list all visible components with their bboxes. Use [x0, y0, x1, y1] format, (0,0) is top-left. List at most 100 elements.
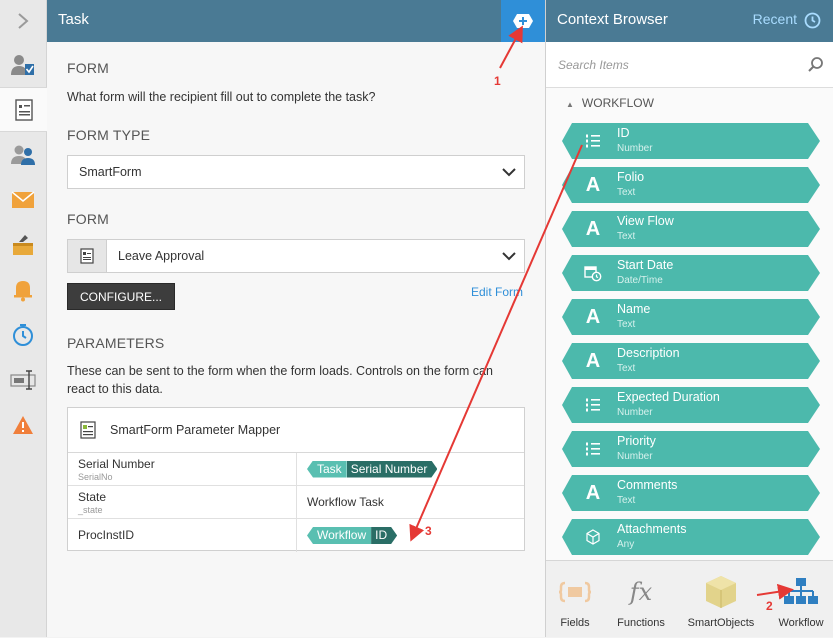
any-icon [582, 519, 604, 555]
footer-label: SmartObjects [687, 617, 755, 629]
item-name: Description [617, 346, 680, 360]
item-name: View Flow [617, 214, 674, 228]
number-icon [582, 387, 604, 423]
mapper-title: SmartForm Parameter Mapper [110, 423, 281, 437]
group-label: WORKFLOW [581, 96, 654, 110]
text-icon: A [585, 173, 601, 196]
footer-tab-functions[interactable]: fx Functions [605, 561, 677, 638]
item-type: Text [617, 363, 636, 374]
actions-icon[interactable] [0, 222, 46, 267]
workflow-group-header[interactable]: ▲ WORKFLOW [566, 96, 654, 110]
item-type: Number [617, 451, 653, 462]
item-name: ID [617, 126, 630, 140]
datetime-icon [582, 255, 604, 291]
number-icon [582, 431, 604, 467]
item-type: Date/Time [617, 275, 663, 286]
field-token[interactable]: Workflow ID [307, 527, 397, 544]
annotation-label-one: 1 [494, 74, 501, 88]
chevron-right-icon[interactable] [0, 0, 46, 42]
chevron-down-icon[interactable] [494, 251, 524, 261]
warning-icon[interactable] [0, 402, 46, 447]
param-value-drop[interactable]: Workflow Task [297, 486, 524, 518]
add-icon[interactable] [501, 0, 545, 42]
context-item-description[interactable]: A Description Text [562, 343, 820, 379]
edit-form-link[interactable]: Edit Form [471, 285, 523, 299]
param-name: ProcInstID [78, 528, 135, 542]
mapper-row: Serial Number SerialNo Task Serial Number [68, 453, 524, 486]
functions-icon: fx [629, 578, 653, 606]
notification-bell-icon[interactable] [0, 267, 46, 312]
context-item-attachments[interactable]: Attachments Any [562, 519, 820, 555]
token-source: Workflow [307, 527, 372, 544]
param-sub: SerialNo [78, 472, 113, 482]
footer-label: Workflow [778, 617, 824, 629]
form-question: What form will the recipient fill out to… [67, 90, 376, 104]
fields-icon [539, 575, 611, 609]
escalation-timer-icon[interactable] [0, 312, 46, 357]
item-type: Text [617, 495, 636, 506]
context-item-id[interactable]: ID Number [562, 123, 820, 159]
form-icon[interactable] [0, 87, 47, 132]
configure-button[interactable]: CONFIGURE... [67, 283, 175, 310]
context-item-comments[interactable]: A Comments Text [562, 475, 820, 511]
context-item-expected-duration[interactable]: Expected Duration Number [562, 387, 820, 423]
search-box[interactable]: Search Items [546, 42, 833, 88]
smartform-icon [80, 421, 96, 439]
collapse-triangle-icon[interactable]: ▲ [566, 100, 574, 109]
participants-icon[interactable] [0, 132, 46, 177]
param-value-text: Workflow Task [307, 495, 384, 509]
context-item-view-flow[interactable]: A View Flow Text [562, 211, 820, 247]
page-title: Task [58, 11, 89, 28]
context-item-folio[interactable]: A Folio Text [562, 167, 820, 203]
search-icon[interactable] [807, 56, 825, 79]
text-icon: A [585, 305, 601, 328]
context-browser-title: Context Browser [557, 11, 668, 28]
context-browser-header: Context Browser Recent [546, 0, 833, 42]
item-name: Attachments [617, 522, 687, 536]
mapper-row: ProcInstID Workflow ID [68, 519, 524, 552]
footer-tab-smartobjects[interactable]: SmartObjects [685, 561, 757, 638]
param-value-drop[interactable]: Workflow ID [297, 519, 524, 552]
context-browser: Context Browser Recent Search Items ▲ WOR… [545, 0, 833, 637]
item-name: Start Date [617, 258, 674, 272]
clock-icon[interactable] [804, 12, 821, 34]
param-value-drop[interactable]: Task Serial Number [297, 453, 524, 485]
annotation-label-two: 2 [766, 599, 773, 613]
text-icon: A [585, 349, 601, 372]
item-type: Text [617, 187, 636, 198]
item-name: Name [617, 302, 651, 316]
form-doc-icon [68, 240, 107, 272]
parameter-mapper: SmartForm Parameter Mapper Serial Number… [67, 407, 525, 552]
email-icon[interactable] [0, 177, 46, 222]
form-section-label: FORM [67, 60, 110, 76]
smartobjects-icon [685, 575, 757, 609]
form-value: Leave Approval [118, 249, 205, 263]
task-form-panel: FORM What form will the recipient fill o… [47, 42, 545, 637]
form-select[interactable]: Leave Approval [67, 239, 525, 273]
footer-tab-fields[interactable]: Fields [539, 561, 611, 638]
user-task-icon[interactable] [0, 42, 46, 87]
text-icon: A [585, 217, 601, 240]
form-type-label: FORM TYPE [67, 127, 151, 143]
token-field: ID [371, 527, 397, 544]
context-item-name[interactable]: A Name Text [562, 299, 820, 335]
search-input[interactable]: Search Items [558, 58, 629, 72]
footer-label: Fields [560, 617, 590, 629]
field-token[interactable]: Task Serial Number [307, 460, 437, 478]
param-name: State [78, 490, 107, 504]
footer-tab-workflow[interactable]: Workflow [765, 561, 833, 638]
item-name: Comments [617, 478, 678, 492]
form-type-select[interactable]: SmartForm [67, 155, 525, 189]
number-icon [582, 123, 604, 159]
task-header: Task [47, 0, 545, 42]
recent-link[interactable]: Recent [753, 11, 797, 27]
context-item-priority[interactable]: Priority Number [562, 431, 820, 467]
mapper-row: State _state Workflow Task [68, 486, 524, 519]
context-item-start-date[interactable]: Start Date Date/Time [562, 255, 820, 291]
param-sub: _state [78, 505, 103, 515]
rename-field-icon[interactable] [0, 357, 46, 402]
item-name: Expected Duration [617, 390, 720, 404]
left-rail [0, 0, 47, 637]
chevron-down-icon[interactable] [494, 167, 524, 177]
text-icon: A [585, 481, 601, 504]
